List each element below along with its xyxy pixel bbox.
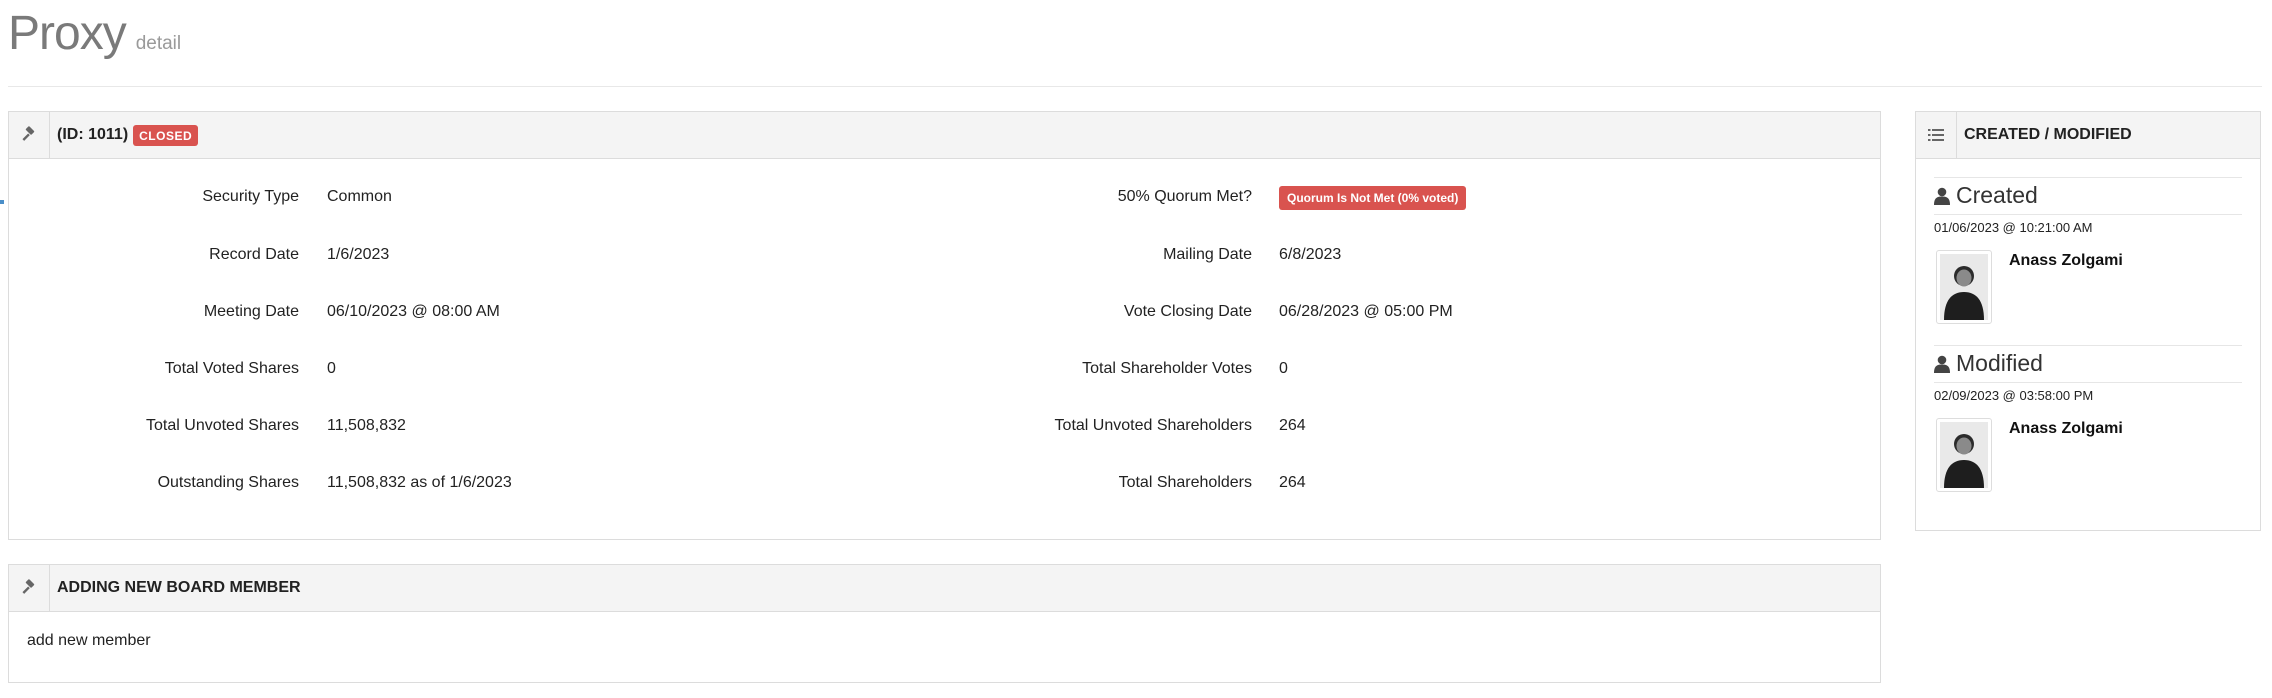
field-value: 11,508,832 bbox=[327, 417, 406, 434]
user-icon bbox=[1934, 187, 1950, 205]
created-modified-panel: CREATED / MODIFIED Created 01/06/2023 @ … bbox=[1915, 111, 2261, 531]
divider bbox=[1934, 382, 2242, 383]
board-panel-body: add new member bbox=[27, 632, 151, 649]
field-row: Meeting Date 06/10/2023 @ 08:00 AM bbox=[9, 301, 909, 323]
field-label: Record Date bbox=[209, 246, 299, 263]
field-row: Vote Closing Date 06/28/2023 @ 05:00 PM bbox=[909, 301, 1869, 323]
list-icon bbox=[1916, 112, 1957, 158]
field-label: Total Unvoted Shareholders bbox=[1054, 417, 1252, 434]
field-label: Total Shareholders bbox=[1118, 474, 1252, 491]
proxy-panel-title: (ID: 1011) CLOSED bbox=[57, 112, 199, 158]
created-user-name[interactable]: Anass Zolgami bbox=[2009, 252, 2123, 270]
avatar bbox=[1936, 418, 1992, 492]
field-row: Security Type Common bbox=[9, 186, 909, 208]
divider bbox=[1934, 177, 2242, 178]
side-panel-title: CREATED / MODIFIED bbox=[1964, 126, 2132, 143]
field-value: 0 bbox=[327, 360, 336, 377]
field-label: Outstanding Shares bbox=[157, 474, 299, 491]
divider bbox=[1934, 214, 2242, 215]
field-label: Vote Closing Date bbox=[1123, 303, 1252, 320]
field-value: 11,508,832 as of 1/6/2023 bbox=[327, 474, 512, 491]
field-row: Total Shareholder Votes 0 bbox=[909, 358, 1869, 380]
status-badge: CLOSED bbox=[133, 124, 199, 146]
field-row: Mailing Date 6/8/2023 bbox=[909, 244, 1869, 266]
field-label: 50% Quorum Met? bbox=[1117, 188, 1252, 205]
created-date: 01/06/2023 @ 10:21:00 AM bbox=[1934, 220, 2093, 235]
proxy-detail-panel: (ID: 1011) CLOSED Security Type Common R… bbox=[8, 111, 1881, 540]
quorum-status-badge: Quorum Is Not Met (0% voted) bbox=[1279, 186, 1467, 210]
modified-user-name[interactable]: Anass Zolgami bbox=[2009, 420, 2123, 438]
page-title: Proxy detail bbox=[8, 6, 181, 61]
board-panel-title: ADDING NEW BOARD MEMBER bbox=[57, 579, 301, 596]
field-row: Record Date 1/6/2023 bbox=[9, 244, 909, 266]
field-value: 264 bbox=[1279, 417, 1306, 434]
field-value: 0 bbox=[1279, 360, 1288, 377]
field-row: Total Unvoted Shareholders 264 bbox=[909, 415, 1869, 437]
field-value: Common bbox=[327, 188, 392, 205]
field-row: Total Unvoted Shares 11,508,832 bbox=[9, 415, 909, 437]
field-row: Total Voted Shares 0 bbox=[9, 358, 909, 380]
page-title-text: Proxy bbox=[8, 7, 127, 60]
modified-heading-text: Modified bbox=[1956, 350, 2043, 376]
edge-marker bbox=[0, 200, 4, 204]
modified-date: 02/09/2023 @ 03:58:00 PM bbox=[1934, 388, 2094, 403]
field-label: Meeting Date bbox=[203, 303, 299, 320]
quorum-badge-wrap: Quorum Is Not Met (0% voted) bbox=[1279, 186, 1467, 210]
proxy-id: (ID: 1011) bbox=[57, 126, 129, 143]
field-label: Mailing Date bbox=[1163, 246, 1252, 263]
side-panel-header: CREATED / MODIFIED bbox=[1916, 112, 2260, 159]
board-panel-header: ADDING NEW BOARD MEMBER bbox=[9, 565, 1880, 612]
field-value: 06/10/2023 @ 08:00 AM bbox=[327, 303, 500, 320]
created-heading: Created bbox=[1934, 182, 2038, 209]
title-divider bbox=[8, 86, 2262, 87]
field-row: Outstanding Shares 11,508,832 as of 1/6/… bbox=[9, 472, 909, 494]
modified-heading: Modified bbox=[1934, 350, 2043, 377]
avatar bbox=[1936, 250, 1992, 324]
proxy-panel-header: (ID: 1011) CLOSED bbox=[9, 112, 1880, 159]
created-heading-text: Created bbox=[1956, 182, 2038, 208]
gavel-icon bbox=[9, 112, 50, 158]
field-label: Total Shareholder Votes bbox=[1082, 360, 1252, 377]
gavel-icon bbox=[9, 565, 50, 611]
field-value: 1/6/2023 bbox=[327, 246, 390, 263]
field-value: 06/28/2023 @ 05:00 PM bbox=[1279, 303, 1453, 320]
field-label: Security Type bbox=[202, 188, 299, 205]
field-label: Total Voted Shares bbox=[164, 360, 299, 377]
field-value: 264 bbox=[1279, 474, 1306, 491]
board-member-panel: ADDING NEW BOARD MEMBER add new member bbox=[8, 564, 1881, 683]
field-row: Total Shareholders 264 bbox=[909, 472, 1869, 494]
divider bbox=[1934, 345, 2242, 346]
field-row: 50% Quorum Met? Quorum Is Not Met (0% vo… bbox=[909, 186, 1869, 210]
user-icon bbox=[1934, 355, 1950, 373]
field-value: 6/8/2023 bbox=[1279, 246, 1342, 263]
page-subtitle: detail bbox=[135, 33, 182, 54]
field-label: Total Unvoted Shares bbox=[146, 417, 299, 434]
